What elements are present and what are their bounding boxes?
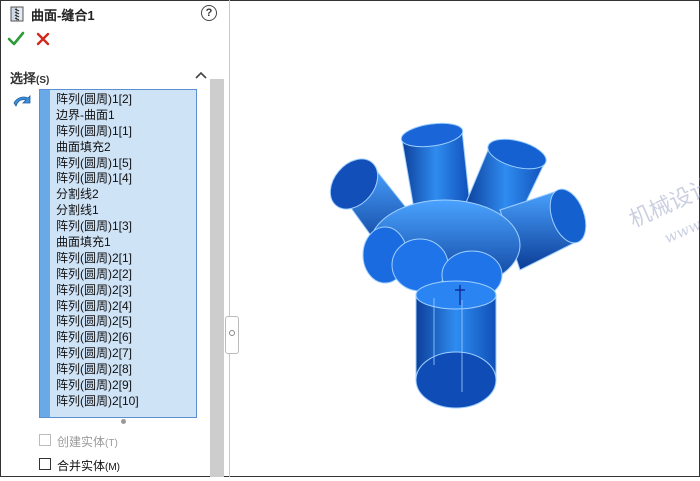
ok-checkmark-icon[interactable] — [7, 30, 25, 48]
list-item[interactable]: 阵列(圆周)1[2] — [56, 92, 139, 108]
knit-surface-icon — [10, 6, 24, 22]
list-item[interactable]: 阵列(圆周)2[1] — [56, 251, 139, 267]
list-item[interactable]: 阵列(圆周)1[5] — [56, 156, 139, 172]
selection-list: 阵列(圆周)1[2] 边界-曲面1 阵列(圆周)1[1] 曲面填充2 阵列(圆周… — [56, 92, 139, 410]
model-3d-view — [329, 122, 587, 409]
list-item[interactable]: 阵列(圆周)2[7] — [56, 346, 139, 362]
list-item[interactable]: 阵列(圆周)2[3] — [56, 283, 139, 299]
list-item[interactable]: 阵列(圆周)2[6] — [56, 330, 139, 346]
list-item[interactable]: 曲面填充2 — [56, 140, 139, 156]
list-item[interactable]: 阵列(圆周)1[1] — [56, 124, 139, 140]
list-item[interactable]: 阵列(圆周)2[2] — [56, 267, 139, 283]
list-item[interactable]: 曲面填充1 — [56, 235, 139, 251]
panel-title-row: 曲面-缝合1 ? — [1, 1, 229, 27]
surface-selection-icon — [13, 95, 31, 107]
create-solid-checkbox[interactable] — [39, 434, 51, 446]
panel-title: 曲面-缝合1 — [31, 8, 95, 23]
property-manager-panel: 曲面-缝合1 ? 选择(S) 阵列(圆周)1[2] 边界-曲面1 阵列(圆周)1… — [1, 1, 230, 477]
list-item[interactable]: 阵列(圆周)2[9] — [56, 378, 139, 394]
help-icon[interactable]: ? — [201, 5, 217, 21]
cancel-x-icon[interactable] — [35, 31, 51, 47]
list-item[interactable]: 阵列(圆周)2[4] — [56, 299, 139, 315]
merge-solid-label: 合并实体(M) — [57, 459, 121, 473]
listbox-resize-handle[interactable] — [121, 419, 126, 424]
list-item[interactable]: 边界-曲面1 — [56, 108, 139, 124]
list-item[interactable]: 阵列(圆周)2[8] — [56, 362, 139, 378]
graphics-viewport[interactable]: 机械设计网 www.jxage.com — [230, 1, 700, 476]
create-solid-label: 创建实体(T) — [57, 435, 118, 449]
merge-solid-checkbox[interactable] — [39, 458, 51, 470]
list-item[interactable]: 阵列(圆周)2[10] — [56, 394, 139, 410]
chevron-up-icon[interactable] — [195, 70, 207, 80]
list-focus-stripe — [40, 90, 50, 417]
selection-section-header[interactable]: 选择(S) — [7, 68, 207, 86]
list-item[interactable]: 分割线2 — [56, 187, 139, 203]
list-item[interactable]: 分割线1 — [56, 203, 139, 219]
selection-listbox[interactable]: 阵列(圆周)1[2] 边界-曲面1 阵列(圆周)1[1] 曲面填充2 阵列(圆周… — [39, 89, 197, 418]
list-item[interactable]: 阵列(圆周)1[4] — [56, 171, 139, 187]
list-item[interactable]: 阵列(圆周)1[3] — [56, 219, 139, 235]
section-title: 选择(S) — [10, 71, 50, 86]
list-item[interactable]: 阵列(圆周)2[5] — [56, 314, 139, 330]
panel-scrollbar[interactable] — [210, 79, 224, 477]
